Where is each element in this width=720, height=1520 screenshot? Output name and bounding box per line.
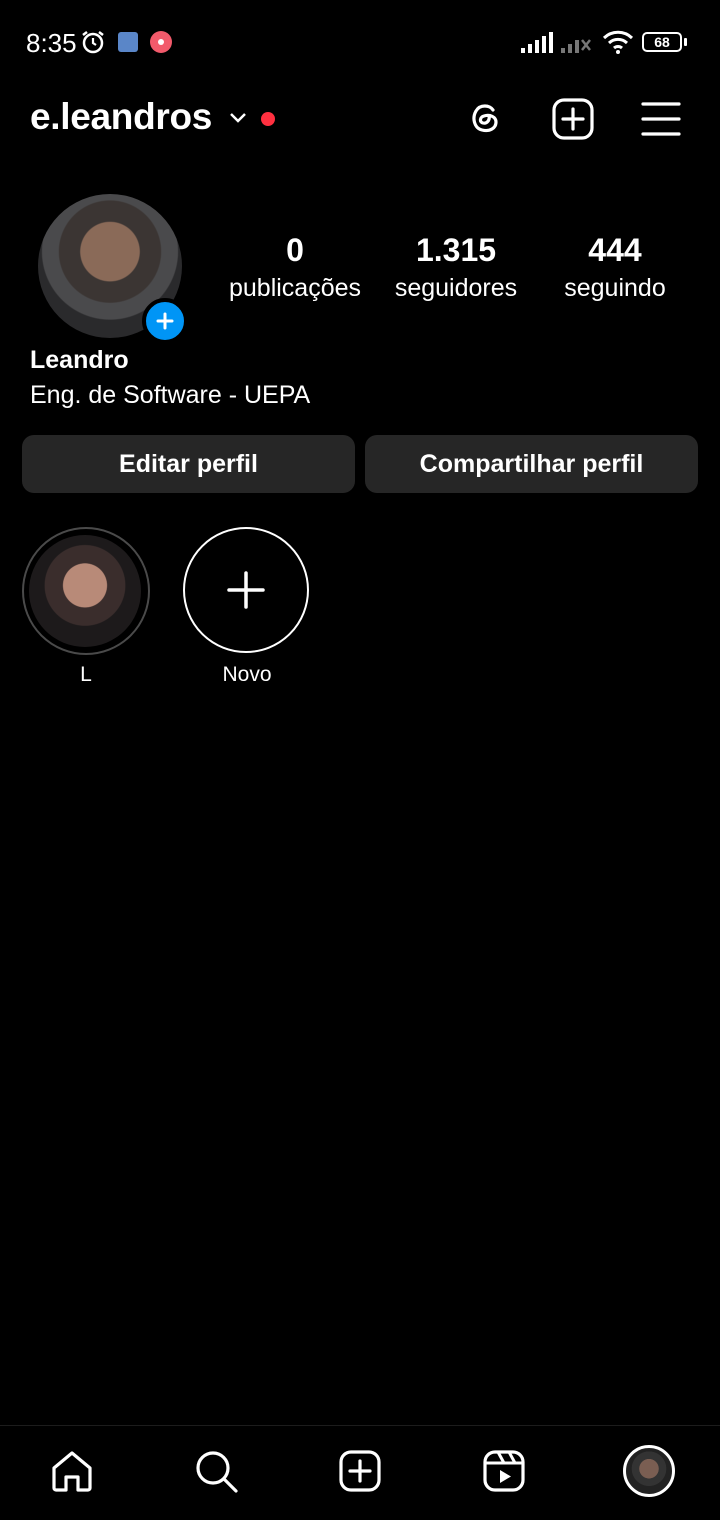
battery-level: 68 <box>654 34 670 50</box>
search-icon[interactable] <box>193 1448 239 1494</box>
add-story-button[interactable] <box>142 298 188 344</box>
menu-icon[interactable] <box>638 96 684 142</box>
nav-divider <box>0 1425 720 1426</box>
highlight-label: Novo <box>222 663 272 686</box>
stat-posts[interactable]: 0 publicações <box>215 228 375 304</box>
stat-count: 0 <box>286 232 304 268</box>
chevron-down-icon[interactable] <box>228 110 248 126</box>
stat-label: publicações <box>228 274 362 302</box>
full-name: Leandro <box>30 346 129 374</box>
app-notification-icon <box>118 32 138 52</box>
threads-icon[interactable] <box>462 96 508 142</box>
home-icon[interactable] <box>49 1448 95 1494</box>
highlight-cover <box>29 535 141 647</box>
profile-tab-avatar[interactable] <box>623 1445 675 1497</box>
reels-icon[interactable] <box>481 1448 527 1494</box>
notification-dot <box>261 112 275 126</box>
share-profile-button[interactable]: Compartilhar perfil <box>365 435 698 493</box>
new-post-icon[interactable] <box>550 96 596 142</box>
stat-label: seguidores <box>394 274 518 302</box>
status-time: 8:35 <box>26 28 77 58</box>
stat-count: 1.315 <box>415 232 497 268</box>
music-notification-icon <box>150 31 172 53</box>
stat-following[interactable]: 444 seguindo <box>535 228 695 304</box>
alarm-icon <box>82 31 104 54</box>
account-switcher[interactable]: e.leandros <box>30 96 212 138</box>
new-highlight-button[interactable] <box>183 527 309 653</box>
highlight-label: L <box>80 663 92 686</box>
username: e.leandros <box>30 96 213 137</box>
edit-profile-button[interactable]: Editar perfil <box>22 435 355 493</box>
plus-icon <box>156 312 174 330</box>
signal-icon <box>521 32 553 53</box>
signal-off-icon <box>561 39 591 53</box>
stat-followers[interactable]: 1.315 seguidores <box>376 228 536 304</box>
plus-icon <box>227 571 265 609</box>
stat-count: 444 <box>588 232 642 268</box>
battery-icon: 68 <box>642 32 682 52</box>
create-icon[interactable] <box>337 1448 383 1494</box>
stat-label: seguindo <box>564 274 666 302</box>
wifi-icon <box>602 30 634 54</box>
bio: Eng. de Software - UEPA <box>30 381 311 409</box>
